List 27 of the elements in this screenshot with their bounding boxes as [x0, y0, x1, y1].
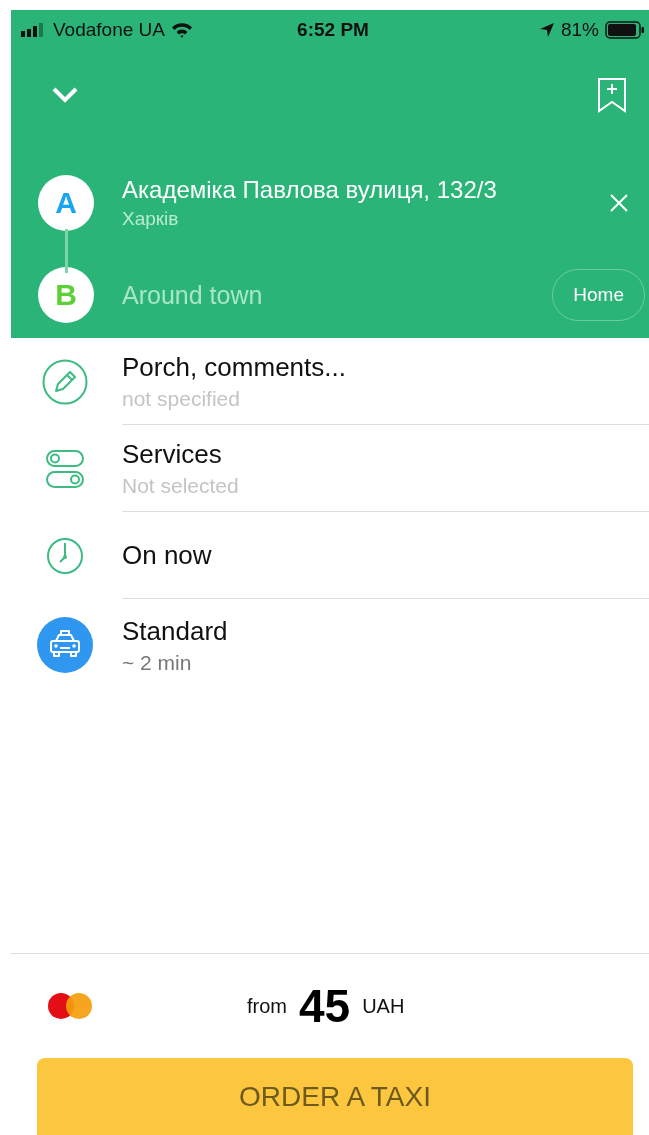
- option-subtitle: Not selected: [122, 473, 240, 498]
- battery-icon: [605, 21, 645, 39]
- address-city: Харків: [122, 208, 180, 230]
- price-prefix: from: [247, 994, 287, 1018]
- clock-time: 6:52 PM: [297, 19, 369, 41]
- option-title[interactable]: On now: [122, 539, 649, 571]
- clock-icon: [46, 536, 84, 575]
- price-currency: UAH: [362, 994, 405, 1018]
- wifi-icon: [171, 22, 193, 38]
- location-arrow-icon: [538, 22, 555, 38]
- order-taxi-button[interactable]: ORDER A TAXI: [37, 1058, 633, 1135]
- point-marker: B: [38, 267, 94, 323]
- option-title[interactable]: Standard: [122, 615, 649, 647]
- option-subtitle: not specified: [122, 386, 241, 411]
- battery-percent: 81%: [560, 19, 599, 41]
- chevron-down-icon[interactable]: [51, 86, 79, 104]
- toggles-icon: [46, 448, 84, 489]
- point-marker: A: [38, 175, 94, 231]
- card-logo-icon[interactable]: [47, 992, 93, 1020]
- taxi-icon: [37, 617, 93, 673]
- price-amount: 45: [299, 979, 351, 1033]
- option-subtitle: ~ 2 min: [122, 650, 193, 675]
- close-icon[interactable]: [609, 193, 629, 213]
- bookmark-plus-icon[interactable]: [597, 77, 627, 113]
- option-title[interactable]: Porch, comments...: [122, 351, 649, 383]
- carrier-name: Vodafone UA: [53, 19, 165, 41]
- option-title[interactable]: Services: [122, 438, 649, 470]
